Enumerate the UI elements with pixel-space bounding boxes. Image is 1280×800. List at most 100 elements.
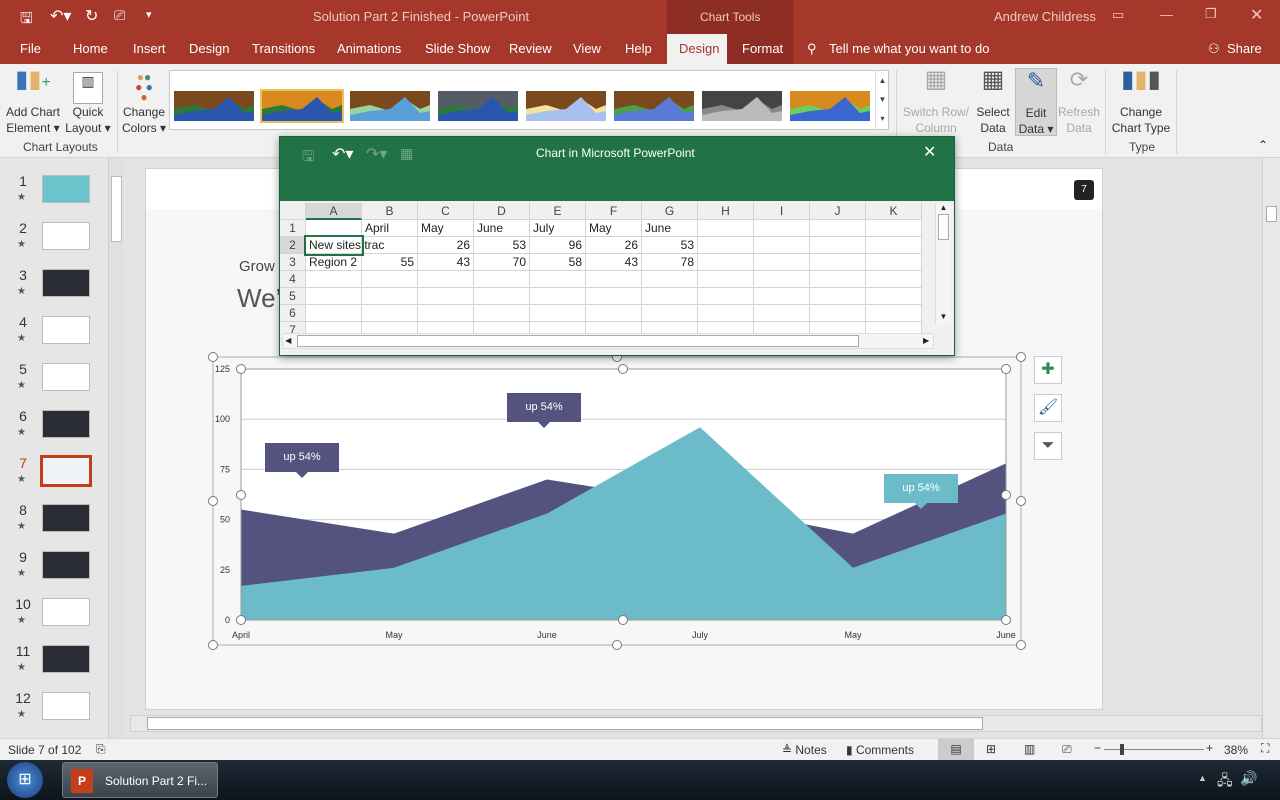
cell-J4[interactable] (810, 271, 866, 288)
taskbar-powerpoint-button[interactable]: P Solution Part 2 Fi... (62, 762, 218, 798)
notes-button[interactable]: ≜ Notes (782, 743, 827, 757)
cell-B1[interactable]: April (362, 220, 418, 237)
resize-handle[interactable] (1001, 364, 1011, 374)
cell-F1[interactable]: May (586, 220, 642, 237)
reading-view-icon[interactable]: ▥ (1024, 742, 1035, 756)
horizontal-scrollbar[interactable]: ◀ ▶ (282, 333, 934, 349)
cell-K1[interactable] (866, 220, 922, 237)
resize-handle[interactable] (618, 615, 628, 625)
column-header[interactable]: I (754, 203, 810, 220)
cell-E2[interactable]: 96 (530, 237, 586, 254)
cell-C4[interactable] (418, 271, 474, 288)
slide-vertical-scrollbar[interactable] (1262, 158, 1280, 738)
cell-C2[interactable]: 26 (418, 237, 474, 254)
cell-I5[interactable] (754, 288, 810, 305)
cell-E1[interactable]: July (530, 220, 586, 237)
cell-D5[interactable] (474, 288, 530, 305)
cell-C3[interactable]: 43 (418, 254, 474, 271)
cell-E5[interactable] (530, 288, 586, 305)
area-chart[interactable]: 0255075100125April May June July May June (0, 0, 1280, 800)
row-header[interactable]: 3 (280, 254, 306, 271)
cell-K3[interactable] (866, 254, 922, 271)
column-header[interactable]: F (586, 203, 642, 220)
resize-handle[interactable] (1016, 496, 1026, 506)
cell-D6[interactable] (474, 305, 530, 322)
chart-filters-button[interactable]: ⏷ (1034, 432, 1062, 460)
cell-B4[interactable] (362, 271, 418, 288)
cell-E3[interactable]: 58 (530, 254, 586, 271)
column-header[interactable]: B (362, 203, 418, 220)
cell-G2[interactable]: 53 (642, 237, 698, 254)
edit-in-excel-icon[interactable]: ▦ (400, 145, 413, 162)
cell-H6[interactable] (698, 305, 754, 322)
column-header[interactable]: A (306, 203, 362, 220)
resize-handle[interactable] (612, 640, 622, 650)
resize-handle[interactable] (208, 640, 218, 650)
zoom-out-icon[interactable]: − (1094, 741, 1101, 755)
annotation-callout[interactable]: up 54% (884, 474, 958, 509)
cell-B6[interactable] (362, 305, 418, 322)
cell-C1[interactable]: May (418, 220, 474, 237)
close-icon[interactable]: ✕ (923, 142, 936, 162)
fit-slide-icon[interactable]: ⛶ (1261, 741, 1269, 756)
cell-K4[interactable] (866, 271, 922, 288)
zoom-level[interactable]: 38% (1224, 743, 1248, 757)
cell-I3[interactable] (754, 254, 810, 271)
cell-K5[interactable] (866, 288, 922, 305)
cell-A2[interactable]: New sites trac (304, 235, 384, 256)
row-header[interactable]: 1 (280, 220, 306, 237)
column-header[interactable]: K (866, 203, 922, 220)
column-header[interactable]: G (642, 203, 698, 220)
zoom-in-icon[interactable]: + (1206, 741, 1213, 755)
resize-handle[interactable] (236, 490, 246, 500)
cell-A5[interactable] (306, 288, 362, 305)
column-header[interactable]: D (474, 203, 530, 220)
cell-J3[interactable] (810, 254, 866, 271)
cell-G6[interactable] (642, 305, 698, 322)
resize-handle[interactable] (208, 496, 218, 506)
redo-icon[interactable]: ↷▾ (366, 144, 387, 164)
resize-handle[interactable] (1001, 615, 1011, 625)
cell-I1[interactable] (754, 220, 810, 237)
volume-icon[interactable]: 🔊 (1240, 770, 1257, 787)
cell-G3[interactable]: 78 (642, 254, 698, 271)
resize-handle[interactable] (618, 364, 628, 374)
normal-view-icon[interactable]: ▤ (938, 739, 974, 760)
cell-C5[interactable] (418, 288, 474, 305)
cell-F2[interactable]: 26 (586, 237, 642, 254)
cell-A3[interactable]: Region 2 (306, 254, 362, 271)
cell-D3[interactable]: 70 (474, 254, 530, 271)
resize-handle[interactable] (208, 352, 218, 362)
row-header[interactable]: 4 (280, 271, 306, 288)
resize-handle[interactable] (1016, 352, 1026, 362)
column-header[interactable]: E (530, 203, 586, 220)
column-header[interactable]: J (810, 203, 866, 220)
cell-J6[interactable] (810, 305, 866, 322)
row-header[interactable]: 5 (280, 288, 306, 305)
cell-E4[interactable] (530, 271, 586, 288)
cell-C6[interactable] (418, 305, 474, 322)
cell-F6[interactable] (586, 305, 642, 322)
slideshow-view-icon[interactable]: ⎚ (1062, 742, 1072, 757)
column-header[interactable]: H (698, 203, 754, 220)
cell-E6[interactable] (530, 305, 586, 322)
cell-F3[interactable]: 43 (586, 254, 642, 271)
resize-handle[interactable] (1016, 640, 1026, 650)
cell-B3[interactable]: 55 (362, 254, 418, 271)
resize-handle[interactable] (236, 615, 246, 625)
show-hidden-icons[interactable]: ▲ (1198, 773, 1207, 783)
cell-F5[interactable] (586, 288, 642, 305)
slide-horizontal-scrollbar[interactable] (130, 715, 1262, 732)
cell-K2[interactable] (866, 237, 922, 254)
cell-J1[interactable] (810, 220, 866, 237)
cell-F4[interactable] (586, 271, 642, 288)
cell-I4[interactable] (754, 271, 810, 288)
chart-elements-button[interactable]: ✚ (1034, 356, 1062, 384)
cell-D1[interactable]: June (474, 220, 530, 237)
cell-H2[interactable] (698, 237, 754, 254)
select-all[interactable] (280, 203, 306, 220)
undo-icon[interactable]: ↶▾ (332, 144, 353, 164)
cell-H4[interactable] (698, 271, 754, 288)
cell-A4[interactable] (306, 271, 362, 288)
cell-D2[interactable]: 53 (474, 237, 530, 254)
